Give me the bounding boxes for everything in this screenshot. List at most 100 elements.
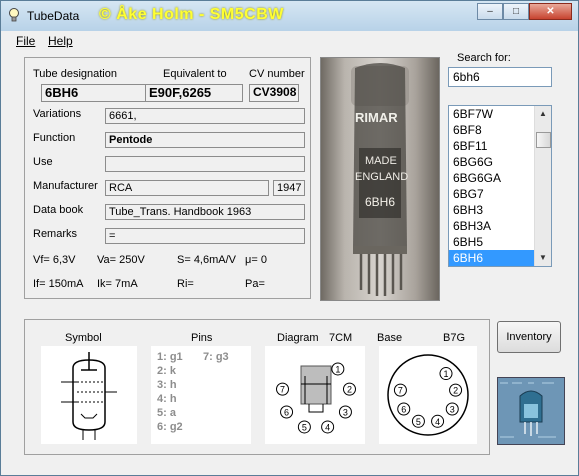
tube-photo-drawing: RIMAR MADE ENGLAND 6BH6 <box>351 63 409 296</box>
vf-value: Vf= 6,3V <box>33 254 76 266</box>
base-diagram: 12 34 56 7 <box>387 354 469 436</box>
pin-marker: 7 <box>393 383 407 397</box>
pin-marker: 6 <box>397 402 411 416</box>
pin-number: 5 <box>302 422 307 432</box>
variations-field[interactable]: 6661, <box>105 108 305 124</box>
scroll-down-icon[interactable]: ▼ <box>535 250 551 266</box>
pins-label: Pins <box>191 332 213 344</box>
va-value: Va= 250V <box>97 254 145 266</box>
manufacturer-field[interactable]: RCA <box>105 180 269 196</box>
databook-field[interactable]: Tube_Trans. Handbook 1963 <box>105 204 305 220</box>
window-title: TubeData <box>27 9 80 23</box>
pin-entry: 3: h <box>157 379 177 391</box>
photo-type-text: 6BH6 <box>365 195 395 209</box>
diagram-code: 7CM <box>329 332 353 344</box>
use-field[interactable] <box>105 156 305 172</box>
manufacturer-label: Manufacturer <box>33 180 98 192</box>
ri-value: Ri= <box>177 278 194 290</box>
pin-marker: 4 <box>321 420 335 434</box>
cv-field[interactable]: CV3908 <box>249 84 299 102</box>
author-banner: © Åke Holm - SM5CBW <box>99 6 284 23</box>
scroll-up-icon[interactable]: ▲ <box>535 106 551 122</box>
cv-label: CV number <box>249 68 305 80</box>
pin-marker: 2 <box>342 382 356 396</box>
pin-number: 3 <box>343 408 348 418</box>
pin-entry: 5: a <box>157 407 176 419</box>
pin-number: 7 <box>398 386 403 396</box>
pin-marker: 6 <box>280 405 294 419</box>
title-bar[interactable]: TubeData © Åke Holm - SM5CBW – □ ✕ <box>1 1 578 31</box>
equivalent-field[interactable]: E90F,6265 <box>145 84 243 102</box>
s-value: S= 4,6mA/V <box>177 254 237 266</box>
diagram-area: 1 2 3 4 5 6 7 <box>265 346 365 444</box>
pin-entry: 7: g3 <box>203 351 229 363</box>
maximize-button[interactable]: □ <box>503 3 529 20</box>
search-label: Search for: <box>457 52 511 64</box>
function-label: Function <box>33 132 76 144</box>
menu-bar: File Help <box>2 31 577 49</box>
menu-help[interactable]: Help <box>48 34 73 48</box>
tube-photo: RIMAR MADE ENGLAND 6BH6 <box>320 57 440 301</box>
pin-number: 4 <box>435 417 440 427</box>
search-input[interactable]: 6bh6 <box>448 67 552 87</box>
tube-list-scrollbar[interactable]: ▲ ▼ <box>534 106 551 266</box>
tube-list[interactable]: 6BF7W 6BF8 6BF11 6BG6G 6BG6GA 6BG7 6BH3 6BH3A 6B… <box>448 105 552 267</box>
tube-info-panel: Tube designation Equivalent to CV number… <box>24 57 311 299</box>
use-label: Use <box>33 156 53 168</box>
tube-logo-icon <box>498 378 564 444</box>
ik-value: Ik= 7mA <box>97 278 138 290</box>
pin-number: 1 <box>443 369 448 379</box>
pentode-symbol <box>61 352 117 440</box>
lightbulb-icon <box>9 8 19 22</box>
pin-number: 5 <box>416 417 421 427</box>
pin-marker: 2 <box>449 383 463 397</box>
diagram-label: Diagram <box>277 332 319 344</box>
menu-file[interactable]: File <box>16 34 35 48</box>
pin-marker: 5 <box>297 420 311 434</box>
photo-country-text: ENGLAND <box>355 171 408 183</box>
pin-number: 1 <box>335 364 340 374</box>
pin-entry: 1: g1 <box>157 351 183 363</box>
variations-label: Variations <box>33 108 82 120</box>
base-area: 12 34 56 7 <box>379 346 477 444</box>
if-value: If= 150mA <box>33 278 84 290</box>
symbol-label: Symbol <box>65 332 102 344</box>
pin-marker: 5 <box>411 414 425 428</box>
pin-entry: 2: k <box>157 365 176 377</box>
pin-marker: 4 <box>431 414 445 428</box>
pin-number: 2 <box>347 385 352 395</box>
symbol-area <box>41 346 137 444</box>
minimize-button[interactable]: – <box>477 3 503 20</box>
pins-area: 1: g1 2: k 3: h 4: h 5: a 6: g2 7: g3 <box>151 346 251 444</box>
pin-entry: 6: g2 <box>157 421 183 433</box>
base-code: B7G <box>443 332 466 344</box>
pin-marker: 3 <box>445 402 459 416</box>
designation-field[interactable]: 6BH6 <box>41 84 147 102</box>
pin-number: 2 <box>453 386 458 396</box>
scroll-thumb[interactable] <box>536 132 551 148</box>
client-area: Tube designation Equivalent to CV number… <box>2 49 577 475</box>
pin-marker: 1 <box>331 362 345 376</box>
pin-number: 6 <box>284 408 289 418</box>
remarks-label: Remarks <box>33 228 78 240</box>
close-button[interactable]: ✕ <box>529 3 572 20</box>
pin-number: 4 <box>325 422 330 432</box>
pin-diagram: 1 2 3 4 5 6 7 <box>276 362 356 434</box>
pin-entry: 4: h <box>157 393 177 405</box>
designation-label: Tube designation <box>33 68 117 80</box>
year-field[interactable]: 1947 <box>273 180 305 196</box>
inventory-button[interactable]: Inventory <box>497 321 561 353</box>
function-field[interactable]: Pentode <box>105 132 305 148</box>
mu-value: μ= 0 <box>245 254 267 266</box>
databook-label: Data book <box>33 204 84 216</box>
pin-number: 3 <box>450 405 455 415</box>
main-window: TubeData © Åke Holm - SM5CBW – □ ✕ File … <box>0 0 579 476</box>
remarks-field[interactable]: = <box>105 228 305 244</box>
equivalent-label: Equivalent to <box>163 68 227 80</box>
app-logo <box>497 377 565 445</box>
pin-marker: 3 <box>338 405 352 419</box>
base-label: Base <box>377 332 403 344</box>
diagram-panel: Symbol Pins Diagram 7CM Base B7G 1: g1 2… <box>24 319 490 455</box>
pin-marker: 1 <box>439 367 453 381</box>
pin-number: 7 <box>280 385 285 395</box>
